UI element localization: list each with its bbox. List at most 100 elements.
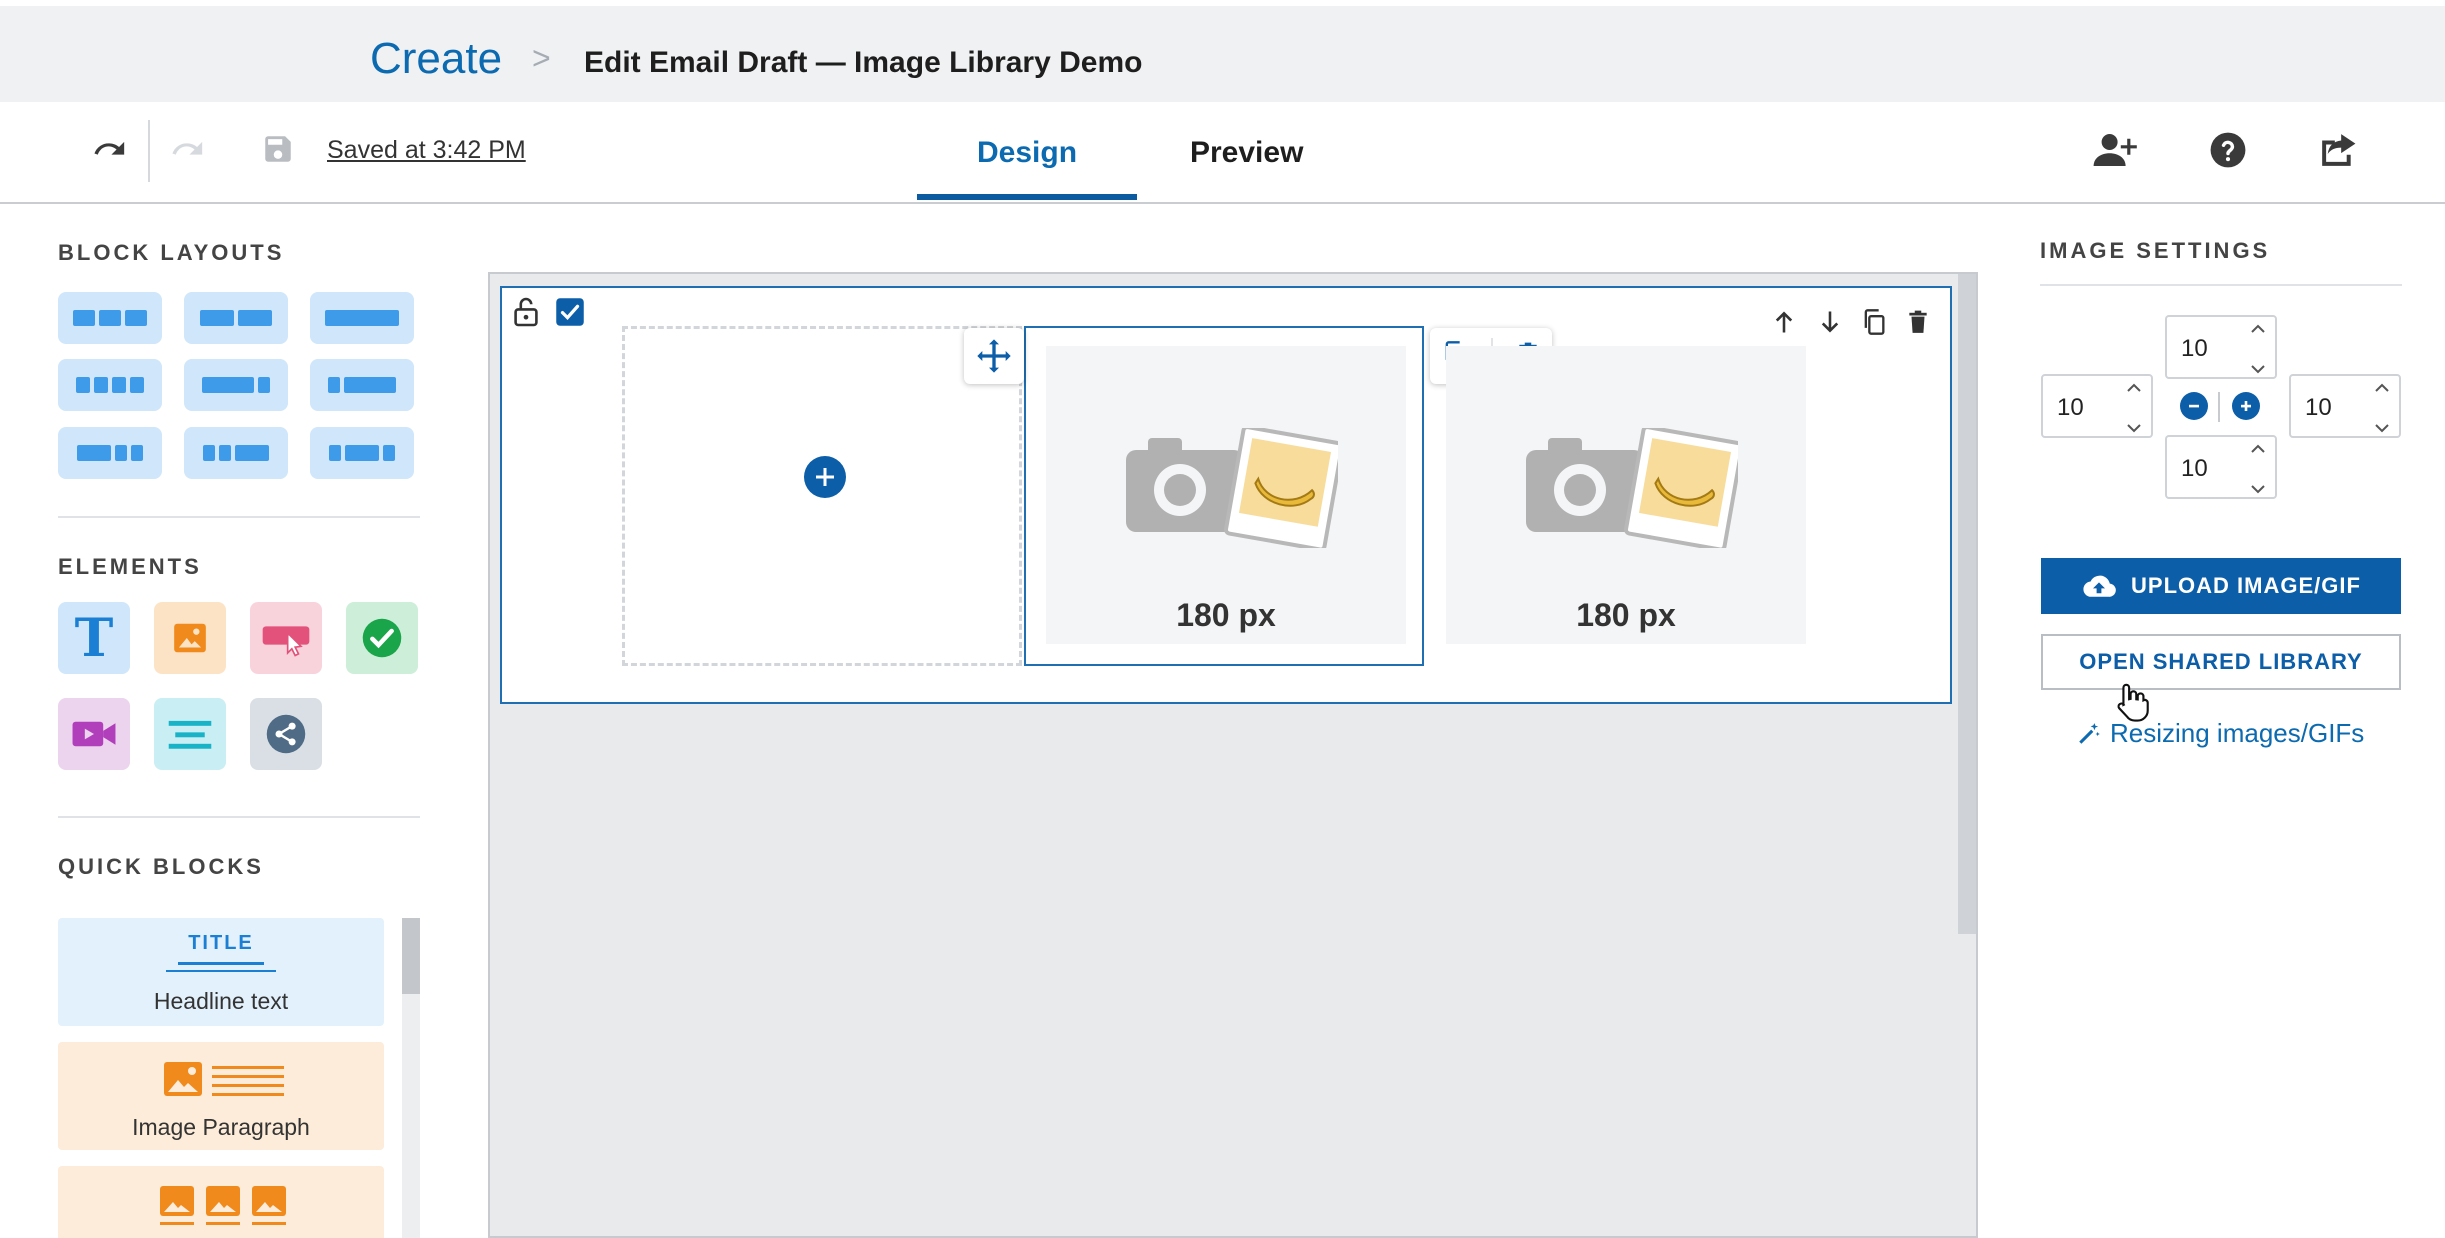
checkmark-element-tile[interactable] (346, 602, 418, 674)
open-shared-library-button[interactable]: OPEN SHARED LIBRARY (2041, 634, 2401, 690)
divider-element-tile[interactable] (154, 698, 226, 770)
duplicate-row-icon[interactable] (1854, 304, 1894, 340)
quick-blocks-heading: QUICK BLOCKS (58, 854, 264, 879)
button-element-tile[interactable] (250, 602, 322, 674)
text-lines-icon (168, 720, 212, 749)
active-tab-indicator (917, 194, 1137, 200)
row-select-checkbox[interactable] (554, 296, 586, 328)
check-circle-icon (362, 618, 402, 658)
chevron-down-icon[interactable] (2125, 422, 2143, 434)
three-images-icon (160, 1186, 286, 1225)
chevron-up-icon[interactable] (2249, 323, 2267, 335)
text-element-icon: T (74, 607, 114, 669)
redo-icon[interactable] (166, 124, 210, 174)
camera-photo-placeholder-icon (1126, 428, 1338, 548)
layout-two-columns[interactable] (184, 292, 288, 344)
tab-design[interactable]: Design (977, 136, 1077, 170)
canvas-scrollbar[interactable] (1958, 274, 1976, 934)
move-column-icon[interactable] (964, 328, 1024, 384)
padding-bottom-value: 10 (2181, 455, 2208, 482)
breadcrumb: Create > Edit Email Draft — Image Librar… (0, 0, 2445, 102)
upload-image-label: UPLOAD IMAGE/GIF (2131, 573, 2361, 598)
padding-top-value: 10 (2181, 335, 2208, 362)
layout-one-column[interactable] (310, 292, 414, 344)
layout-three-columns[interactable] (58, 292, 162, 344)
chevron-down-icon[interactable] (2249, 363, 2267, 375)
resizing-help-link[interactable]: Resizing images/GIFs (2076, 718, 2364, 749)
image-element-tile[interactable] (154, 602, 226, 674)
social-element-tile[interactable] (250, 698, 322, 770)
quick-block-label: Image Paragraph (132, 1114, 310, 1140)
move-up-icon[interactable] (1764, 304, 1804, 340)
undo-icon[interactable] (88, 124, 132, 174)
add-user-icon[interactable] (2086, 122, 2146, 178)
layout-four-columns[interactable] (58, 359, 162, 411)
title-underline-icon (166, 970, 276, 972)
breadcrumb-create-link[interactable]: Create (370, 34, 502, 84)
saved-status-link[interactable]: Saved at 3:42 PM (327, 136, 526, 165)
quick-block-image-paragraph[interactable]: Image Paragraph (58, 1042, 384, 1150)
toolbar-divider (148, 120, 150, 182)
chevron-up-icon[interactable] (2373, 382, 2391, 394)
image-width-label: 180 px (1576, 597, 1676, 633)
section-divider (58, 516, 420, 518)
quick-blocks-scrollbar-thumb[interactable] (402, 918, 420, 994)
page-title: Edit Email Draft — Image Library Demo (584, 46, 1143, 79)
email-editor-app: Create > Edit Email Draft — Image Librar… (0, 0, 2445, 1238)
chevron-up-icon[interactable] (2249, 443, 2267, 455)
padding-bottom-stepper[interactable]: 10 (2165, 435, 2277, 499)
layout-wide-left[interactable] (184, 359, 288, 411)
share-circle-icon (266, 714, 306, 754)
tab-preview[interactable]: Preview (1190, 136, 1303, 170)
button-cursor-icon (262, 626, 310, 657)
move-down-icon[interactable] (1810, 304, 1850, 340)
padding-top-stepper[interactable]: 10 (2165, 315, 2277, 379)
layout-wide-center[interactable] (310, 427, 414, 479)
layout-wide-right-two[interactable] (184, 427, 288, 479)
image-placeholder[interactable]: 180 px (1446, 346, 1806, 644)
chevron-down-icon[interactable] (2249, 483, 2267, 495)
padding-left-stepper[interactable]: 10 (2041, 374, 2153, 438)
title-icon-text: TITLE (188, 932, 254, 954)
title-underline-icon (178, 962, 264, 965)
add-content-icon[interactable] (804, 456, 846, 498)
quick-block-headline[interactable]: TITLE Headline text (58, 918, 384, 1026)
padding-right-stepper[interactable]: 10 (2289, 374, 2401, 438)
layout-wide-right[interactable] (310, 359, 414, 411)
cloud-upload-icon (2083, 575, 2116, 597)
camera-photo-placeholder-icon (1526, 428, 1738, 548)
video-icon (72, 721, 116, 747)
plus-circle-icon[interactable] (2232, 392, 2260, 420)
image-settings-heading: IMAGE SETTINGS (2040, 238, 2271, 263)
quick-block-label: Headline text (153, 988, 289, 1014)
upload-image-button[interactable]: UPLOAD IMAGE/GIF (2041, 558, 2401, 614)
open-shared-library-label: OPEN SHARED LIBRARY (2079, 649, 2363, 674)
image-paragraph-icon (164, 1062, 284, 1096)
share-icon[interactable] (2310, 122, 2366, 178)
video-element-tile[interactable] (58, 698, 130, 770)
padding-toggle-divider (2218, 392, 2220, 422)
section-divider (2040, 284, 2402, 286)
section-divider (58, 816, 420, 818)
chevron-right-icon: > (532, 40, 551, 76)
block-layouts-heading: BLOCK LAYOUTS (58, 240, 285, 265)
elements-heading: ELEMENTS (58, 554, 202, 579)
padding-left-value: 10 (2057, 394, 2084, 421)
chevron-down-icon[interactable] (2373, 422, 2391, 434)
padding-right-value: 10 (2305, 394, 2332, 421)
save-icon[interactable] (256, 124, 300, 174)
image-icon (174, 623, 206, 653)
image-width-label: 180 px (1176, 597, 1276, 633)
unlock-icon[interactable] (510, 294, 542, 330)
chevron-up-icon[interactable] (2125, 382, 2143, 394)
minus-circle-icon[interactable] (2180, 392, 2208, 420)
magic-wand-icon (2079, 722, 2100, 744)
delete-row-icon[interactable] (1898, 304, 1938, 340)
quick-block-three-images[interactable] (58, 1166, 384, 1238)
editor-toolbar: Saved at 3:42 PM Design Preview (0, 102, 2445, 204)
help-icon[interactable] (2200, 122, 2256, 178)
image-placeholder[interactable]: 180 px (1046, 346, 1406, 644)
resizing-help-label: Resizing images/GIFs (2110, 718, 2365, 748)
layout-wide-left-two[interactable] (58, 427, 162, 479)
text-element-tile[interactable]: T (58, 602, 130, 674)
